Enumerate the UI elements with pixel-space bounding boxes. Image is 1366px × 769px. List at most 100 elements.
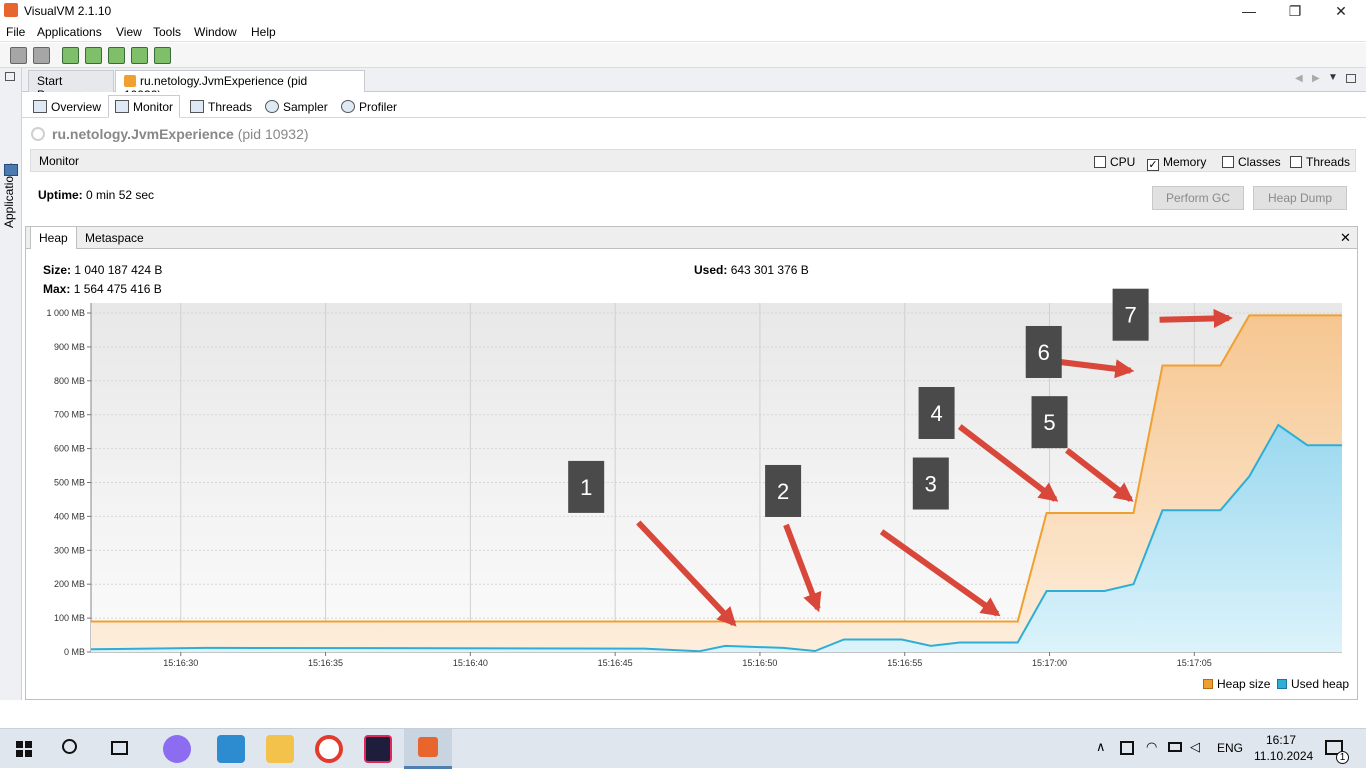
heap-tabs: Heap Metaspace ✕	[26, 227, 1357, 249]
legend-used-heap-label: Used heap	[1291, 677, 1350, 691]
monitor-icon	[115, 100, 129, 113]
menu-bar: File Applications View Tools Window Help	[0, 22, 1366, 42]
heap-size-value: 1 040 187 424 B	[74, 263, 163, 277]
start-icon[interactable]	[16, 741, 32, 757]
legend-used-heap: Used heap	[1277, 677, 1349, 691]
tab-threads-label: Threads	[208, 100, 253, 114]
document-tabs: Start Page✕ ru.netology.JvmExperience (p…	[22, 68, 1366, 102]
process-status-icon	[31, 127, 45, 141]
photos-icon[interactable]	[217, 735, 245, 763]
heap-dump-button[interactable]: Heap Dump	[1253, 186, 1347, 210]
search-icon[interactable]	[62, 739, 77, 754]
tab-profiler[interactable]: Profiler	[334, 95, 404, 118]
tab-heap[interactable]: Heap	[30, 227, 77, 249]
legend-heap-size-label: Heap size	[1217, 677, 1271, 691]
memory-checkbox-label: Memory	[1163, 155, 1207, 169]
heap-panel: Heap Metaspace ✕ Size: 1 040 187 424 B M…	[25, 226, 1358, 700]
menu-file[interactable]: File	[6, 25, 25, 39]
heap-used-value: 643 301 376 B	[730, 263, 809, 277]
visualvm-taskbar-item[interactable]	[404, 729, 452, 769]
tab-sampler[interactable]: Sampler	[258, 95, 335, 118]
process-title: ru.netology.JvmExperience (pid 10932)	[52, 126, 309, 142]
intellij-idea-icon[interactable]	[364, 735, 392, 763]
tab-threads[interactable]: Threads	[183, 95, 259, 118]
minimize-button[interactable]: —	[1226, 0, 1272, 22]
classes-checkbox-label: Classes	[1238, 155, 1281, 169]
computer-icon[interactable]	[4, 164, 18, 176]
view-tabs: Overview Monitor Threads Sampler Profile…	[22, 92, 1366, 118]
file-explorer-icon[interactable]	[266, 735, 294, 763]
close-heap-view-icon[interactable]: ✕	[1340, 230, 1351, 246]
scroll-right-icon[interactable]: ▶	[1312, 73, 1320, 84]
tab-metaspace[interactable]: Metaspace	[77, 227, 152, 249]
compare-snapshots-icon[interactable]	[154, 47, 171, 64]
threads-checkbox[interactable]: Threads	[1290, 155, 1350, 169]
volume-icon[interactable]: ◁	[1190, 739, 1200, 755]
uptime-label: Uptime:	[38, 188, 83, 202]
process-name: ru.netology.JvmExperience	[52, 126, 234, 142]
cpu-checkbox[interactable]: CPU	[1094, 155, 1135, 169]
security-icon[interactable]	[1120, 741, 1134, 755]
notification-count: 1	[1336, 751, 1349, 764]
tab-list-dropdown-icon[interactable]: ▼	[1328, 72, 1338, 83]
add-snapshot-icon[interactable]	[131, 47, 148, 64]
add-jmx-connection-icon[interactable]	[62, 47, 79, 64]
load-snapshot-icon[interactable]	[10, 47, 27, 64]
tab-start-page[interactable]: Start Page✕	[28, 70, 114, 102]
clock-time[interactable]: 16:17	[1266, 733, 1296, 747]
process-pid: (pid 10932)	[237, 126, 309, 142]
tray-expand-icon[interactable]: ∧	[1096, 739, 1106, 755]
tab-jvm-experience[interactable]: ru.netology.JvmExperience (pid 10932)✕	[115, 70, 365, 102]
checkbox-box	[1222, 156, 1234, 168]
add-core-dump-icon[interactable]	[108, 47, 125, 64]
tab-overview-label: Overview	[51, 100, 102, 114]
maximize-panel-icon[interactable]	[1346, 74, 1356, 83]
tab-monitor-label: Monitor	[133, 100, 174, 114]
language-indicator[interactable]: ENG	[1217, 741, 1243, 755]
perform-gc-button[interactable]: Perform GC	[1152, 186, 1244, 210]
classes-checkbox[interactable]: Classes	[1222, 155, 1281, 169]
clock-date[interactable]: 11.10.2024	[1254, 749, 1313, 763]
wifi-icon[interactable]: ◠	[1146, 739, 1157, 755]
legend-swatch	[1277, 679, 1287, 689]
memory-checkbox[interactable]: ✓ Memory	[1147, 155, 1206, 171]
tab-profiler-label: Profiler	[359, 100, 398, 114]
uptime-value: 0 min 52 sec	[86, 188, 155, 202]
maximize-button[interactable]: ❐	[1272, 0, 1318, 22]
alice-assistant-icon[interactable]	[163, 735, 191, 763]
restore-window-icon[interactable]	[5, 72, 15, 81]
tab-monitor[interactable]: Monitor	[108, 95, 181, 118]
close-button[interactable]: ✕	[1318, 0, 1364, 22]
battery-icon[interactable]	[1168, 742, 1182, 752]
menu-window[interactable]: Window	[194, 25, 237, 39]
toolbar	[0, 43, 1366, 68]
add-remote-host-icon[interactable]	[85, 47, 102, 64]
yandex-browser-icon[interactable]	[315, 735, 343, 763]
heap-max-label: Max:	[43, 282, 71, 296]
applications-sidebar: Applications	[0, 68, 22, 700]
save-icon[interactable]	[33, 47, 50, 64]
threads-checkbox-label: Threads	[1306, 155, 1351, 169]
legend-heap-size: Heap size	[1203, 677, 1270, 691]
visualvm-app-icon	[4, 3, 18, 17]
taskbar: ∧ ◠ ◁ ENG 16:17 11.10.2024 1	[0, 728, 1366, 769]
sampler-icon	[265, 100, 279, 113]
overview-icon	[33, 100, 47, 113]
tab-overview[interactable]: Overview	[26, 95, 108, 118]
cpu-checkbox-label: CPU	[1110, 155, 1136, 169]
checkbox-box	[1094, 156, 1106, 168]
java-process-icon	[124, 75, 136, 87]
menu-help[interactable]: Help	[251, 25, 276, 39]
menu-tools[interactable]: Tools	[153, 25, 181, 39]
heap-size-stat: Size: 1 040 187 424 B	[43, 263, 162, 277]
menu-applications[interactable]: Applications	[37, 25, 102, 39]
heap-max-stat: Max: 1 564 475 416 B	[43, 282, 162, 296]
profiler-icon	[341, 100, 355, 113]
menu-view[interactable]: View	[116, 25, 142, 39]
legend-swatch	[1203, 679, 1213, 689]
checkbox-box	[1290, 156, 1302, 168]
task-view-icon[interactable]	[111, 741, 128, 755]
scroll-left-icon[interactable]: ◀	[1295, 73, 1303, 84]
threads-icon	[190, 100, 204, 113]
window-title: VisualVM 2.1.10	[24, 4, 112, 18]
